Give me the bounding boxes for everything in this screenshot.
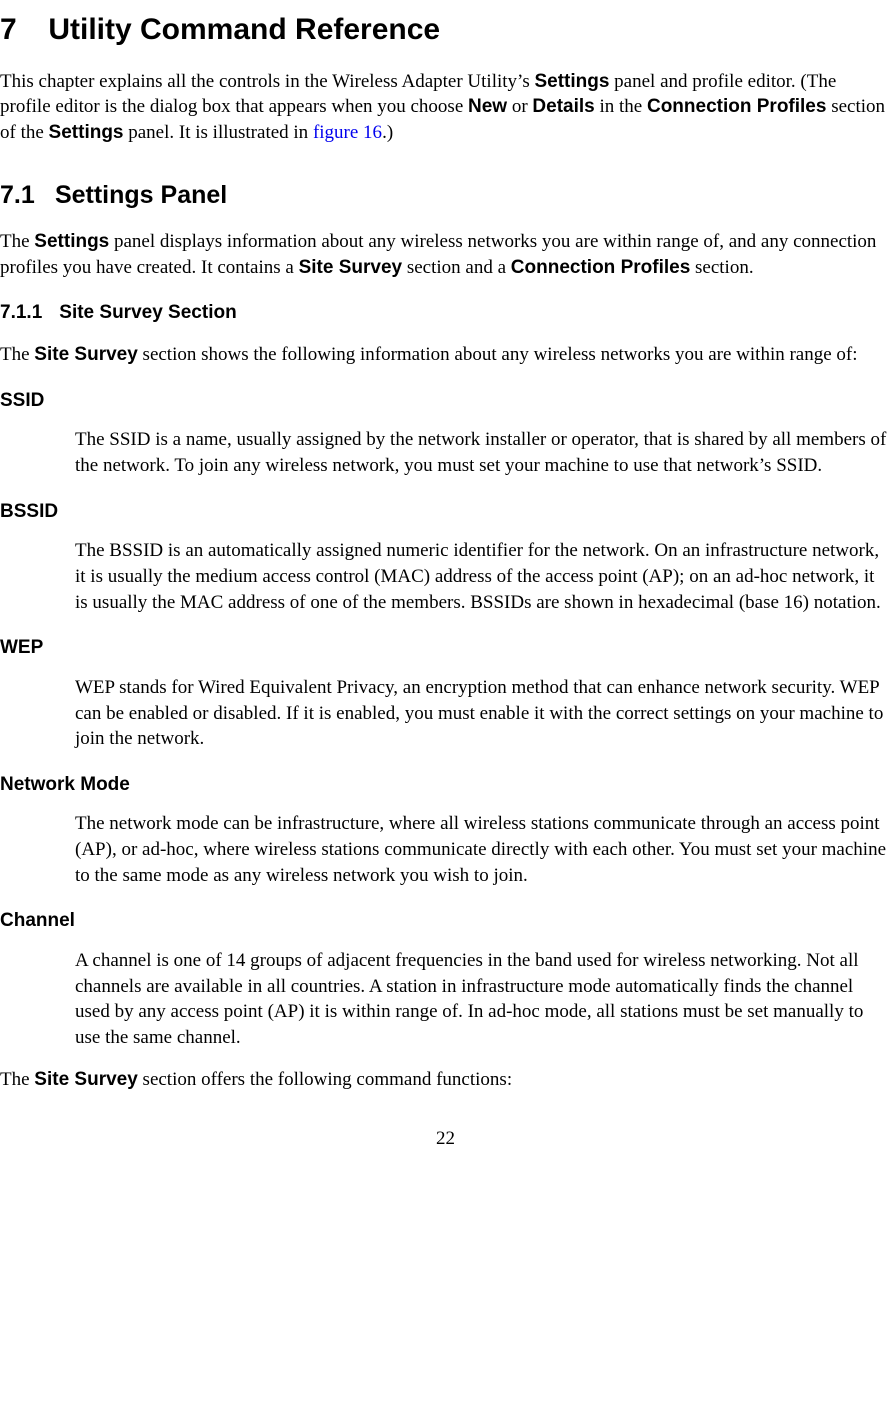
closing-paragraph: The Site Survey section offers the follo… [0, 1067, 891, 1093]
heading-subsection-number: 7.1.1 [0, 300, 54, 326]
bold-connection-profiles-2: Connection Profiles [511, 257, 690, 278]
bold-settings-3: Settings [34, 231, 109, 252]
heading-chapter: 7 Utility Command Reference [0, 10, 891, 51]
term-wep: WEP [0, 635, 891, 661]
term-network-mode: Network Mode [0, 772, 891, 798]
bold-new: New [468, 96, 507, 117]
def-bssid: The BSSID is an automatically assigned n… [75, 538, 891, 615]
bold-connection-profiles: Connection Profiles [647, 96, 826, 117]
def-ssid: The SSID is a name, usually assigned by … [75, 427, 891, 478]
heading-chapter-title: Utility Command Reference [48, 13, 440, 46]
bold-site-survey-2: Site Survey [34, 344, 138, 365]
intro-paragraph: This chapter explains all the controls i… [0, 69, 891, 146]
heading-chapter-number: 7 [0, 10, 40, 51]
site-survey-paragraph: The Site Survey section shows the follow… [0, 342, 891, 368]
term-ssid: SSID [0, 388, 891, 414]
heading-subsection-7-1-1: 7.1.1 Site Survey Section [0, 300, 891, 326]
bold-site-survey-3: Site Survey [34, 1069, 138, 1090]
def-channel: A channel is one of 14 groups of adjacen… [75, 948, 891, 1051]
def-network-mode: The network mode can be infrastructure, … [75, 811, 891, 888]
heading-section-title: Settings Panel [55, 181, 227, 209]
heading-subsection-title: Site Survey Section [59, 302, 236, 323]
link-figure-16[interactable]: figure 16 [313, 122, 382, 143]
bold-settings: Settings [534, 71, 609, 92]
heading-section-7-1: 7.1 Settings Panel [0, 179, 891, 213]
def-wep: WEP stands for Wired Equivalent Privacy,… [75, 675, 891, 752]
bold-details: Details [532, 96, 594, 117]
bold-settings-2: Settings [49, 122, 124, 143]
term-channel: Channel [0, 908, 891, 934]
term-bssid: BSSID [0, 499, 891, 525]
settings-panel-paragraph: The Settings panel displays information … [0, 229, 891, 280]
heading-section-number: 7.1 [0, 179, 48, 213]
page-number: 22 [0, 1126, 891, 1152]
bold-site-survey: Site Survey [299, 257, 403, 278]
